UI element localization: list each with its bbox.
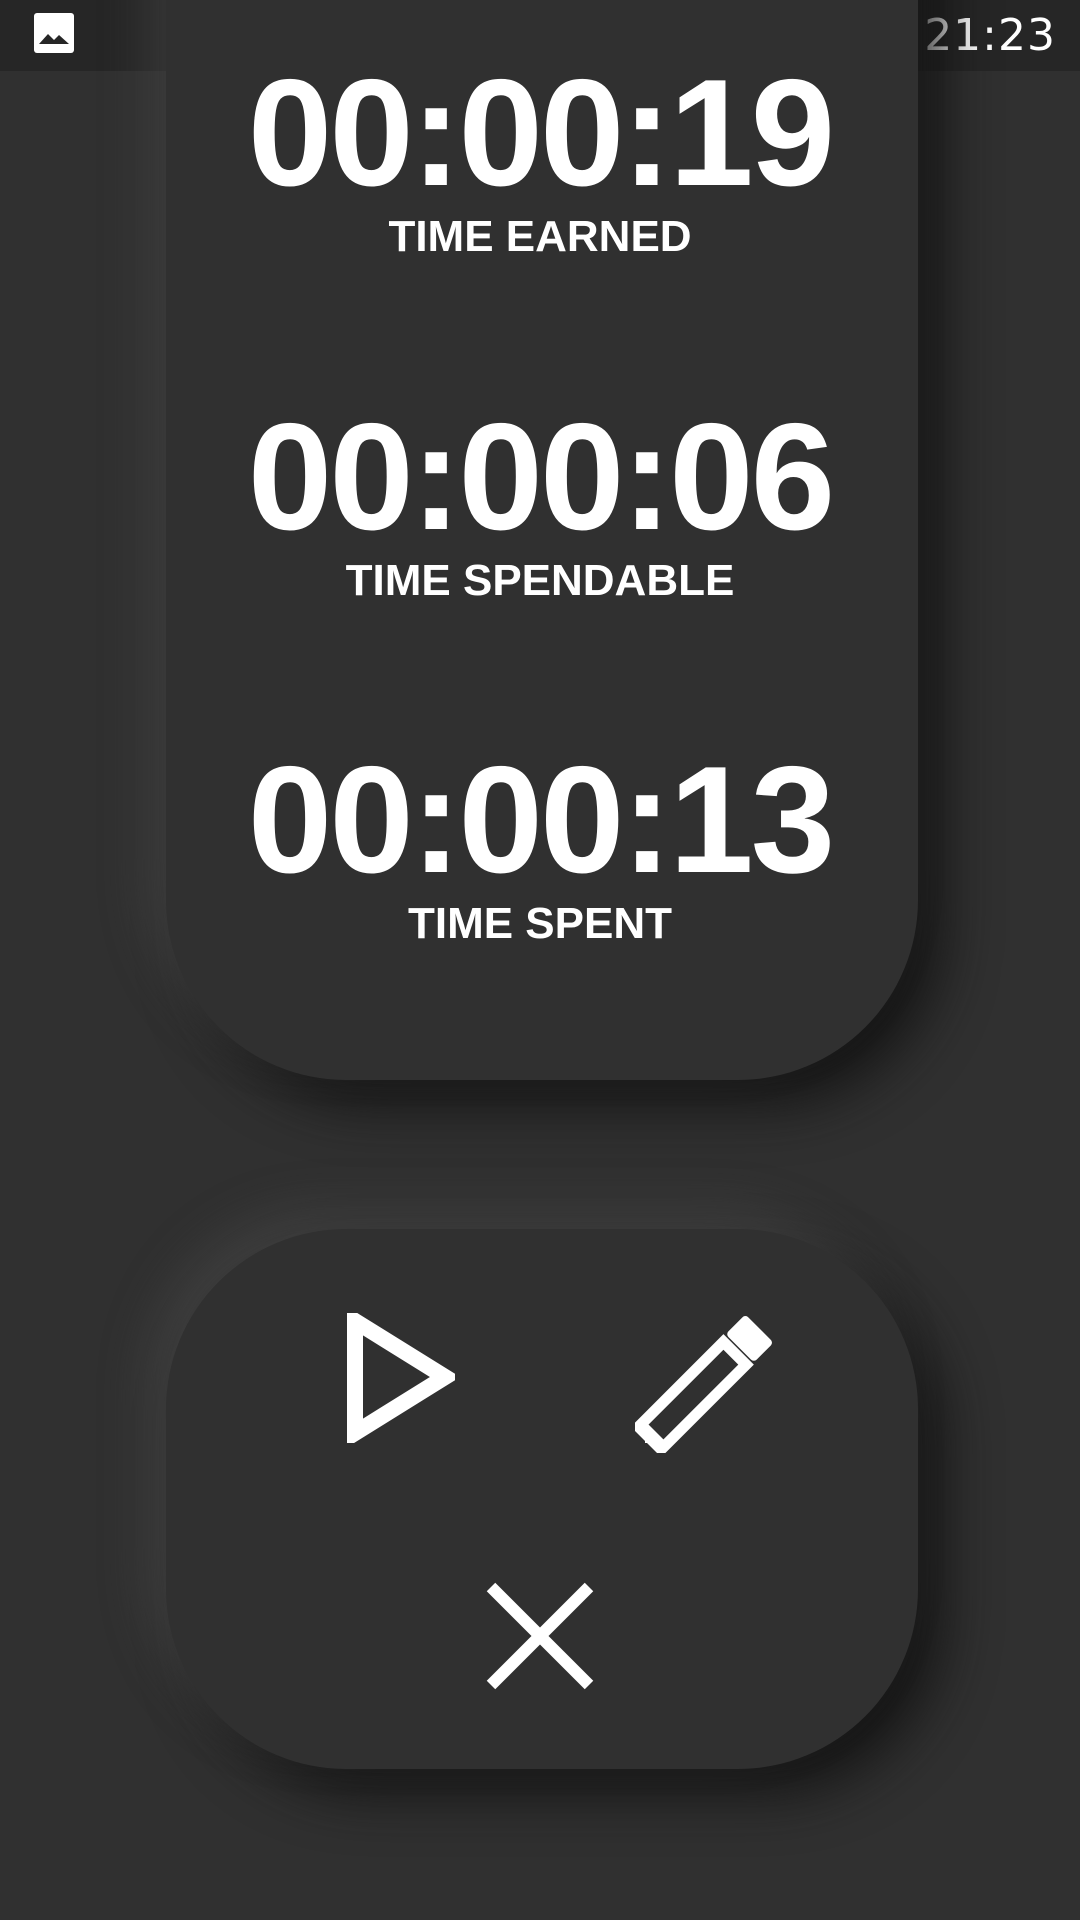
app-screen: 21:23 00:00:19 TIME EARNED 00:00:06 TIME… [0,0,1080,1920]
timer-spent-value: 00:00:13 [247,735,835,905]
timer-spendable-label: TIME SPENDABLE [345,556,735,605]
pencil-icon [630,1303,785,1458]
status-bar-left [34,13,74,58]
play-button[interactable] [320,1300,480,1460]
timer-spent-label: TIME SPENT [407,899,673,948]
status-time: 21:23 [924,10,1056,61]
timer-spendable: 00:00:06 TIME SPENDABLE [0,392,1080,606]
timer-spent: 00:00:13 TIME SPENT [0,735,1080,949]
play-icon [345,1306,461,1448]
image-icon [34,13,74,58]
close-button[interactable] [460,1558,620,1718]
edit-button[interactable] [630,1300,790,1460]
timer-earned-label: TIME EARNED [388,212,692,261]
timer-earned: 00:00:19 TIME EARNED [0,48,1080,262]
close-icon [485,1581,595,1696]
timer-spendable-value: 00:00:06 [247,392,835,562]
timer-earned-value: 00:00:19 [247,48,835,218]
